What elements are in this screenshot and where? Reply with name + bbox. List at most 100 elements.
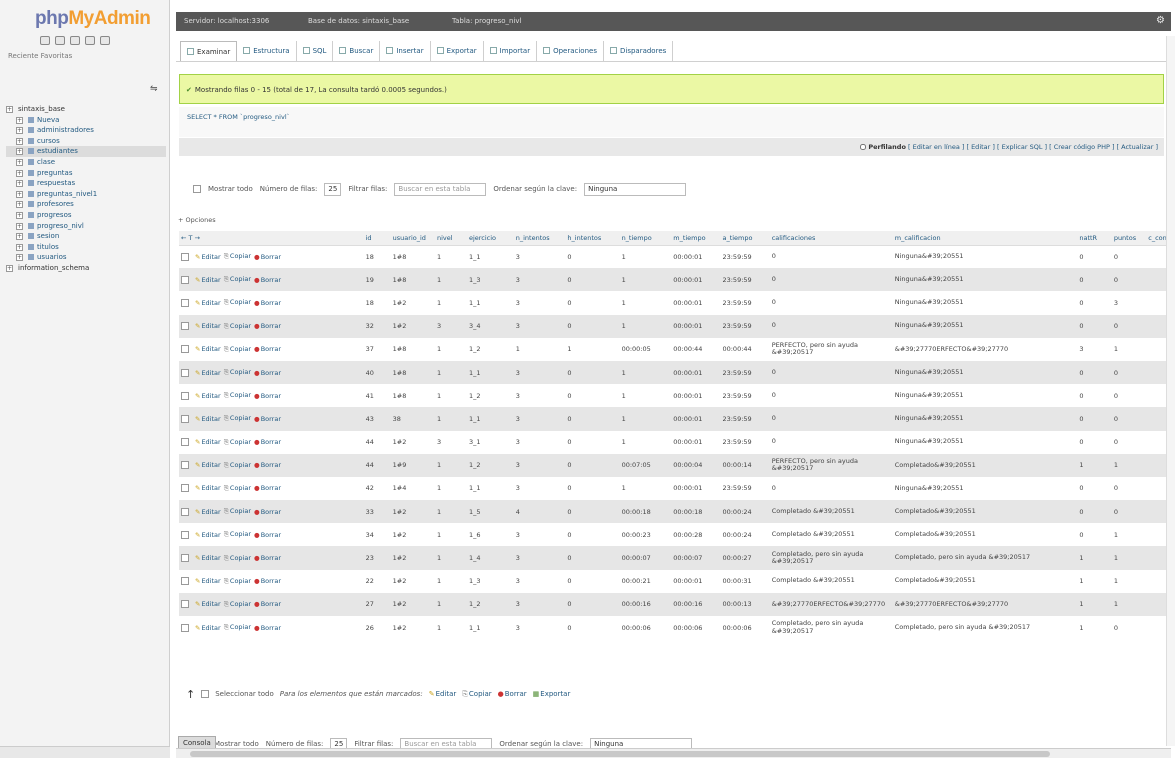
delete-link[interactable]: Borrar <box>254 345 281 353</box>
delete-link[interactable]: Borrar <box>254 415 281 423</box>
cell-nattR[interactable]: 0 <box>1077 476 1112 501</box>
expand-icon[interactable]: + <box>16 190 23 198</box>
query-action-links[interactable]: [ Editar en línea ] [ Editar ] [ Explica… <box>908 143 1158 151</box>
tab-8[interactable]: Disparadores <box>604 41 674 61</box>
cell-puntos[interactable]: 1 <box>1111 337 1147 361</box>
database-item[interactable]: + information_schema <box>6 263 166 274</box>
cell-ejercicio[interactable]: 1_4 <box>466 546 514 570</box>
cell-n_intentos[interactable]: 3 <box>513 314 566 338</box>
row-checkbox[interactable] <box>181 507 189 516</box>
cell-ejercicio[interactable]: 1_3 <box>466 569 514 593</box>
cell-usuario_id[interactable]: 1#2 <box>390 291 435 315</box>
cell-calificaciones[interactable]: 0 <box>769 407 893 431</box>
cell-nivel[interactable]: 1 <box>434 592 467 616</box>
cell-calificaciones[interactable]: 0 <box>769 268 893 292</box>
cell-ejercicio[interactable]: 1_6 <box>466 523 514 547</box>
expand-icon[interactable]: + <box>16 211 23 219</box>
cell-nivel[interactable]: 1 <box>434 268 467 292</box>
cell-nattR[interactable]: 0 <box>1077 430 1112 454</box>
cell-nattR[interactable]: 1 <box>1077 616 1112 640</box>
row-checkbox[interactable] <box>181 322 189 331</box>
copy-link[interactable]: Copiar <box>224 600 251 609</box>
cell-puntos[interactable]: 0 <box>1111 476 1147 501</box>
profiling-checkbox[interactable] <box>860 144 867 150</box>
cell-n_tiempo[interactable]: 00:00:07 <box>619 546 672 570</box>
breadcrumb-table[interactable]: Tabla: progreso_nivl <box>452 17 522 25</box>
edit-link[interactable]: Editar <box>195 322 220 330</box>
cell-n_intentos[interactable]: 3 <box>513 245 566 269</box>
cell-m_calificacion[interactable]: Completado&#39;20551 <box>892 569 1078 593</box>
cell-m_calificacion[interactable]: &#39;27770ERFECTO&#39;27770 <box>892 592 1078 616</box>
cell-ejercicio[interactable]: 3_1 <box>466 430 514 454</box>
cell-a_tiempo[interactable]: 23:59:59 <box>720 384 770 408</box>
cell-n_tiempo[interactable]: 1 <box>619 476 672 501</box>
expand-icon[interactable]: + <box>16 116 23 124</box>
tab-1[interactable]: Estructura <box>237 41 297 61</box>
settings-icon[interactable] <box>85 36 95 45</box>
expand-icon[interactable]: + <box>16 180 23 188</box>
cell-usuario_id[interactable]: 1#4 <box>390 476 435 501</box>
cell-id[interactable]: 43 <box>363 407 391 431</box>
expand-icon[interactable]: + <box>16 137 23 145</box>
row-checkbox[interactable] <box>181 623 189 632</box>
cell-puntos[interactable]: 1 <box>1111 453 1147 477</box>
cell-h_intentos[interactable]: 0 <box>565 616 620 640</box>
cell-puntos[interactable]: 1 <box>1111 592 1147 616</box>
cell-n_intentos[interactable]: 3 <box>513 407 566 431</box>
expand-icon[interactable]: + <box>16 158 23 166</box>
cell-calificaciones[interactable]: 0 <box>769 314 893 338</box>
cell-m_tiempo[interactable]: 00:00:04 <box>671 453 721 477</box>
cell-id[interactable]: 26 <box>363 616 391 640</box>
cell-ejercicio[interactable]: 1_1 <box>466 616 514 640</box>
cell-n_tiempo[interactable]: 00:00:06 <box>619 616 672 640</box>
copy-link[interactable]: Copiar <box>224 461 251 470</box>
cell-m_tiempo[interactable]: 00:00:01 <box>671 268 721 292</box>
cell-calificaciones[interactable]: PERFECTO, pero sin ayuda &#39;20517 <box>769 453 893 477</box>
cell-m_calificacion[interactable]: &#39;27770ERFECTO&#39;27770 <box>892 337 1078 361</box>
cell-a_tiempo[interactable]: 23:59:59 <box>720 314 770 338</box>
home-icon[interactable] <box>40 36 50 45</box>
cell-calificaciones[interactable]: Completado &#39;20551 <box>769 500 893 524</box>
edit-link[interactable]: Editar <box>195 415 220 423</box>
cell-a_tiempo[interactable]: 00:00:24 <box>720 500 770 524</box>
cell-m_calificacion[interactable]: Ninguna&#39;20551 <box>892 476 1078 501</box>
cell-usuario_id[interactable]: 1#8 <box>390 245 435 269</box>
cell-calificaciones[interactable]: Completado &#39;20551 <box>769 569 893 593</box>
cell-m_calificacion[interactable]: Ninguna&#39;20551 <box>892 268 1078 292</box>
cell-nivel[interactable]: 1 <box>434 523 467 547</box>
cell-ejercicio[interactable]: 3_4 <box>466 314 514 338</box>
cell-ejercicio[interactable]: 1_5 <box>466 500 514 524</box>
cell-ejercicio[interactable]: 1_2 <box>466 592 514 616</box>
cell-usuario_id[interactable]: 1#2 <box>390 546 435 570</box>
cell-m_tiempo[interactable]: 00:00:18 <box>671 500 721 524</box>
cell-h_intentos[interactable]: 1 <box>565 337 620 361</box>
table-item[interactable]: + sesion <box>6 231 166 242</box>
sort-arrows-header[interactable]: ← T → <box>179 231 364 246</box>
edit-link[interactable]: Editar <box>195 345 220 353</box>
cell-nattR[interactable]: 0 <box>1077 291 1112 315</box>
cell-h_intentos[interactable]: 0 <box>565 569 620 593</box>
edit-link[interactable]: Editar <box>195 369 220 377</box>
column-header[interactable]: n_tiempo <box>619 231 672 246</box>
cell-a_tiempo[interactable]: 23:59:59 <box>720 291 770 315</box>
cell-a_tiempo[interactable]: 23:59:59 <box>720 430 770 454</box>
cell-m_calificacion[interactable]: Completado&#39;20551 <box>892 500 1078 524</box>
cell-puntos[interactable]: 0 <box>1111 268 1147 292</box>
copy-link[interactable]: Copiar <box>224 368 251 377</box>
cell-nattR[interactable]: 0 <box>1077 268 1112 292</box>
cell-h_intentos[interactable]: 0 <box>565 314 620 338</box>
cell-m_tiempo[interactable]: 00:00:01 <box>671 569 721 593</box>
cell-n_tiempo[interactable]: 1 <box>619 407 672 431</box>
recent-favorites-tabs[interactable]: Reciente Favoritas <box>8 52 72 60</box>
row-checkbox[interactable] <box>181 554 189 563</box>
cell-a_tiempo[interactable]: 00:00:24 <box>720 523 770 547</box>
cell-nivel[interactable]: 1 <box>434 546 467 570</box>
cell-nivel[interactable]: 1 <box>434 453 467 477</box>
cell-m_calificacion[interactable]: Ninguna&#39;20551 <box>892 360 1078 385</box>
cell-ejercicio[interactable]: 1_1 <box>466 407 514 431</box>
expand-icon[interactable]: + <box>16 233 23 241</box>
tab-7[interactable]: Operaciones <box>537 41 604 61</box>
database-item[interactable]: + sintaxis_base <box>6 104 166 115</box>
row-checkbox[interactable] <box>181 298 189 307</box>
cell-m_tiempo[interactable]: 00:00:01 <box>671 245 721 269</box>
